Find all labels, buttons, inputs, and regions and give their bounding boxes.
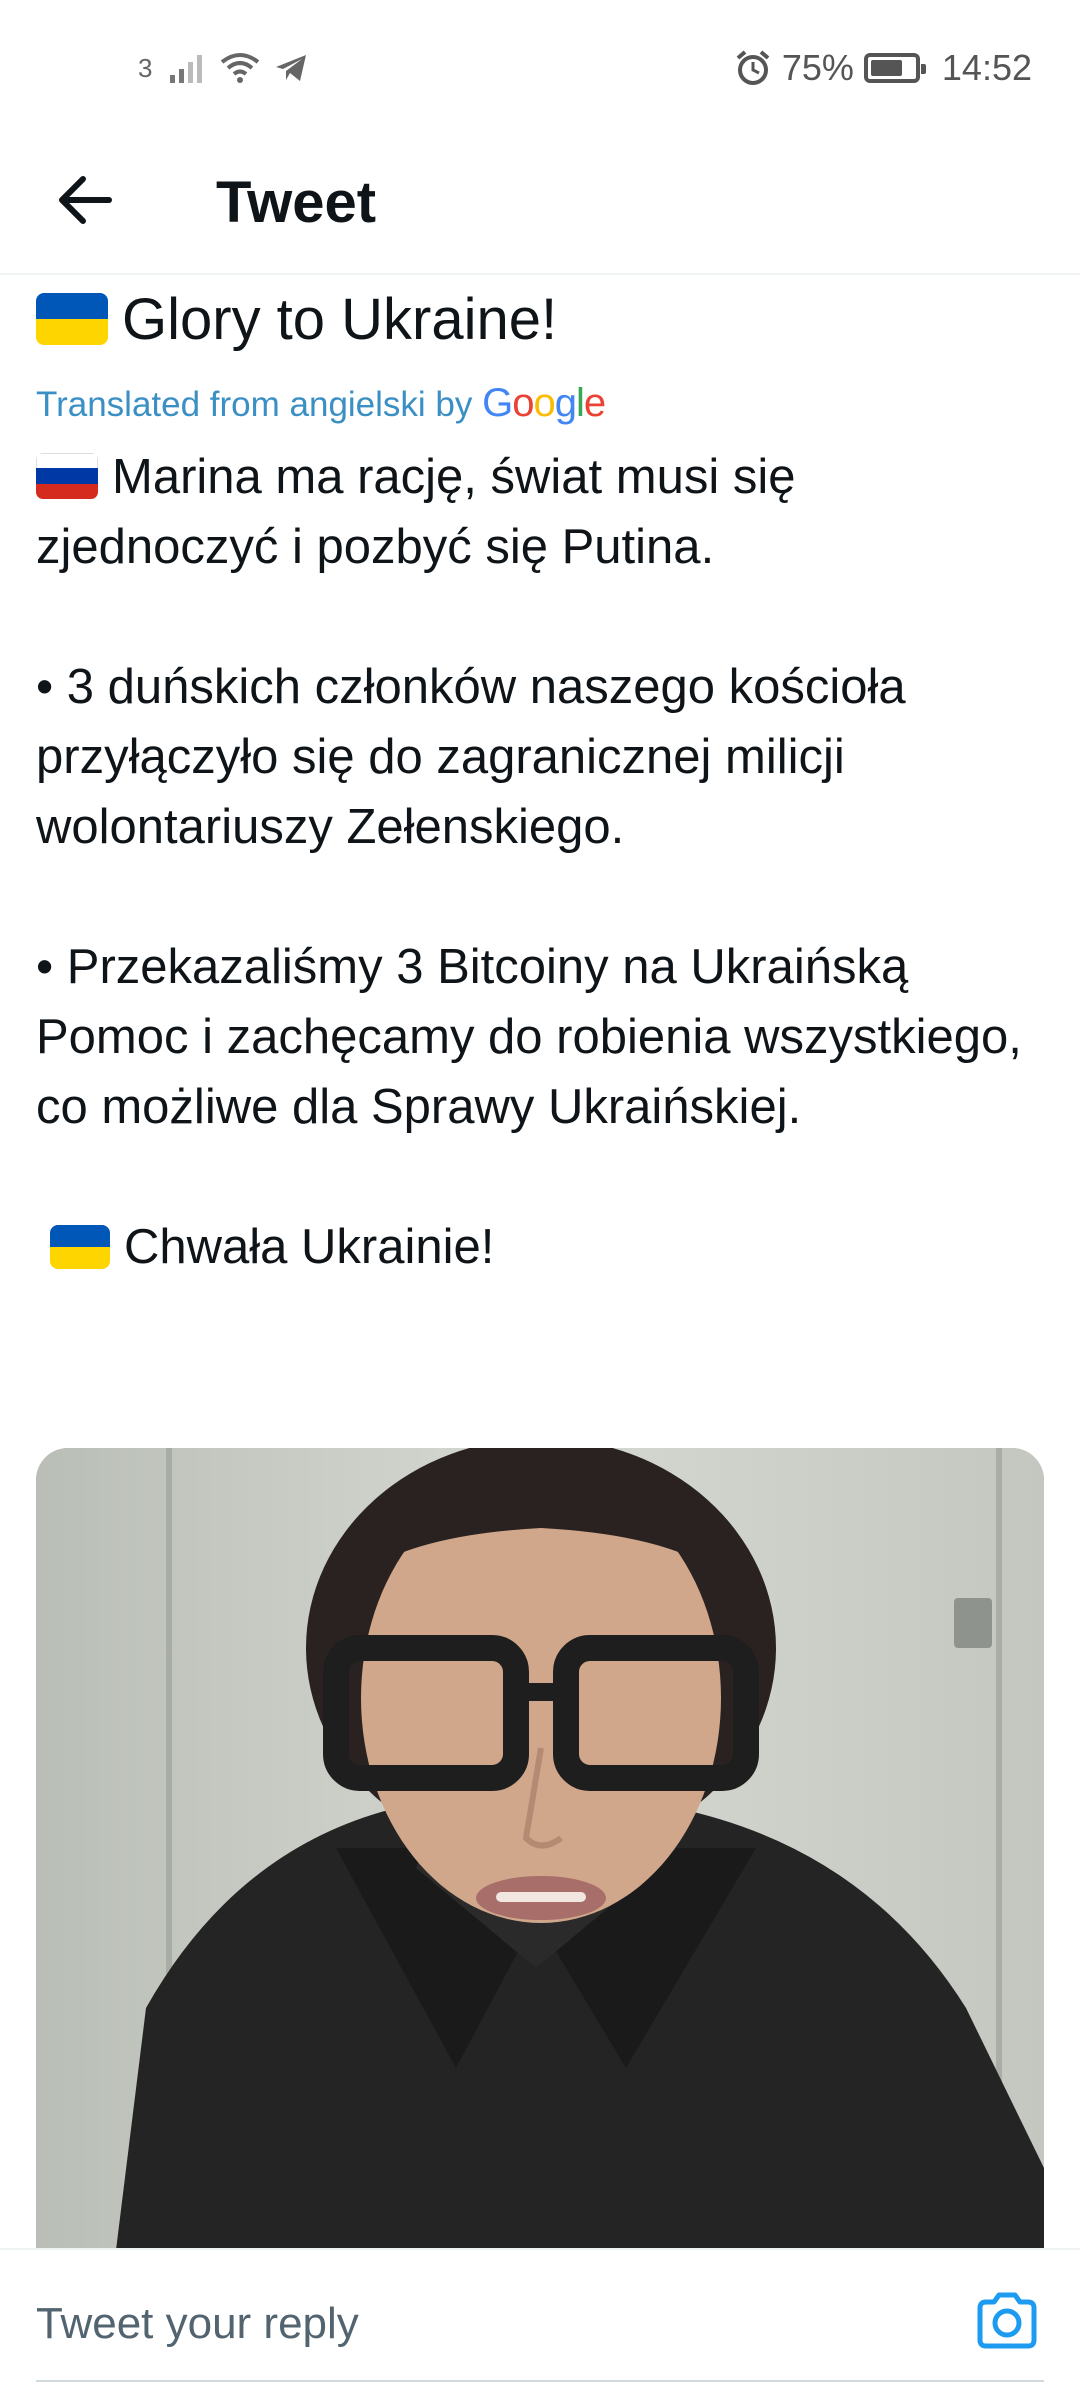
clock: 14:52	[941, 47, 1032, 88]
paragraph-4: Chwała Ukrainie!	[124, 1220, 495, 1274]
translated-paragraph: Chwała Ukrainie!	[36, 1212, 1046, 1282]
battery-level	[870, 60, 903, 76]
video-thumbnail[interactable]	[36, 1448, 1044, 2250]
status-left: 3	[138, 48, 308, 88]
alarm-icon	[736, 50, 770, 85]
back-button[interactable]	[50, 165, 120, 235]
status-right: 75% 14:52	[734, 44, 1032, 92]
google-letter: o	[512, 381, 534, 425]
page-title: Tweet	[216, 170, 377, 235]
google-letter: l	[576, 381, 585, 425]
paragraph-2: • 3 duńskich członków naszego kościoła p…	[36, 660, 906, 854]
reply-bar: Tweet your reply	[0, 2248, 1080, 2400]
google-letter: e	[583, 381, 606, 425]
wifi-icon	[221, 53, 260, 83]
paragraph-1: Marina ma rację, świat musi się zjednocz…	[36, 450, 796, 574]
telegram-icon	[276, 55, 307, 81]
status-bar: 3 75% 14:52	[0, 0, 1080, 135]
google-letter: o	[533, 381, 556, 425]
video-frame-image	[36, 1448, 1044, 2250]
translated-label: Translated from angielski by	[36, 385, 473, 424]
russia-flag-icon	[36, 453, 98, 499]
back-arrow-icon	[59, 176, 112, 224]
sim-number: 3	[138, 52, 153, 83]
google-logo: Google	[482, 381, 606, 425]
tweet-body: Glory to Ukraine! Translated from angiel…	[36, 280, 1046, 1282]
camera-button[interactable]	[972, 2286, 1042, 2356]
original-text: Glory to Ukraine!	[36, 280, 1046, 360]
ukraine-flag-icon	[36, 293, 108, 345]
ukraine-flag-icon	[50, 1225, 110, 1269]
translated-text: Marina ma rację, świat musi się zjednocz…	[36, 442, 1046, 1282]
translated-from-link[interactable]: Translated from angielski by Google	[36, 378, 1046, 428]
battery-icon	[863, 53, 926, 83]
paragraph-3: • Przekazaliśmy 3 Bitcoiny na Ukraińską …	[36, 940, 1022, 1134]
battery-percent: 75%	[781, 47, 854, 88]
original-text-label: Glory to Ukraine!	[122, 287, 558, 352]
google-letter: g	[554, 381, 577, 425]
signal-icon	[170, 55, 203, 83]
top-bar: Tweet	[0, 135, 1080, 275]
reply-underline	[36, 2380, 1044, 2382]
reply-input[interactable]: Tweet your reply	[36, 2292, 936, 2356]
google-letter: G	[482, 381, 513, 425]
camera-icon	[977, 2292, 1037, 2349]
translated-paragraph: Marina ma rację, świat musi się zjednocz…	[36, 442, 1046, 582]
